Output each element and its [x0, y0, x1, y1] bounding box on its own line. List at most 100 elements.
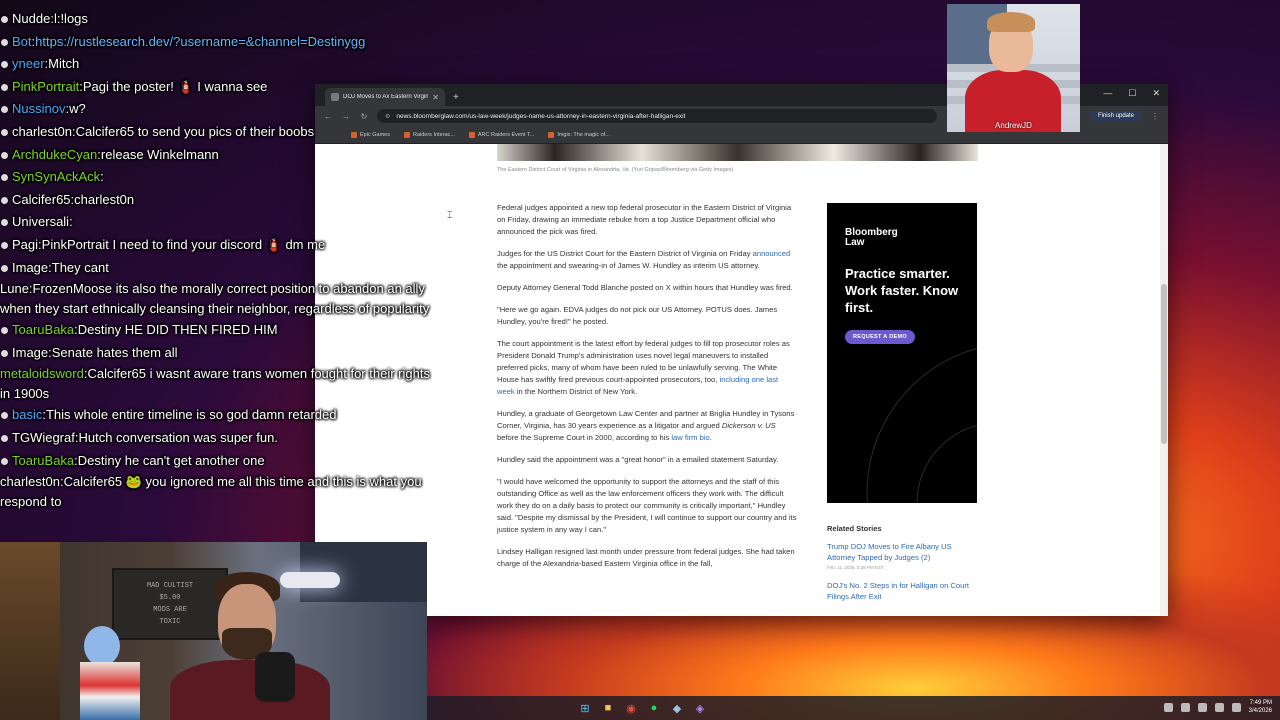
- clock[interactable]: 7:49 PM 3/4/2026: [1249, 699, 1272, 715]
- address-bar[interactable]: ⚙ news.bloomberglaw.com/us-law-week/judg…: [377, 109, 937, 123]
- spotify-icon[interactable]: ●: [645, 699, 663, 717]
- chat-text: Mitch: [48, 56, 80, 72]
- system-tray: 7:49 PM 3/4/2026: [1163, 699, 1272, 715]
- web-page[interactable]: The Eastern District Court of Virginia i…: [315, 144, 1160, 616]
- ad-decoration: [866, 348, 977, 503]
- tray-icon[interactable]: [1163, 702, 1173, 712]
- chat-username: basic: [12, 407, 43, 423]
- chat-username: Pagi: [12, 236, 39, 252]
- chat-badge-icon: [1, 327, 8, 335]
- chat-text: Destiny HE DID THEN FIRED HIM: [77, 322, 278, 338]
- related-item-title[interactable]: Trump DOJ Moves to Fire Albany US Attorn…: [827, 541, 977, 563]
- paragraph: Federal judges appointed a new top feder…: [497, 203, 792, 236]
- chat-message: Lune:FrozenMoose its also the morally co…: [0, 281, 430, 317]
- related-heading: Related Stories: [827, 524, 882, 533]
- ad-brand: Bloomberg Law: [845, 227, 898, 248]
- chat-message: Universali:: [0, 211, 440, 234]
- chat-text: Calcifer65 to send you pics of their boo…: [75, 123, 315, 139]
- tray-icon[interactable]: [1197, 702, 1207, 712]
- close-window-icon[interactable]: ✕: [1152, 88, 1160, 99]
- chat-text: PinkPortrait I need to find your discord…: [41, 236, 326, 252]
- chat-username: Nudde: [12, 11, 51, 26]
- obs-icon[interactable]: ◈: [691, 699, 709, 717]
- chat-text: Destiny he can't get another one: [77, 452, 265, 468]
- related-item[interactable]: Trump DOJ Moves to Fire Albany US Attorn…: [827, 541, 977, 570]
- webcam-name: AndrewJD: [995, 121, 1032, 130]
- article-hero-image: [497, 144, 978, 161]
- chat-message: SynSynAckAck:: [0, 166, 440, 189]
- chat-message: yneer:Mitch: [0, 53, 440, 76]
- finish-update-button[interactable]: Finish update: [1089, 111, 1142, 121]
- related-stories: Related Stories Trump DOJ Moves to Fire …: [827, 524, 977, 612]
- browser-window: DOJ Moves to Ax Eastern Virginia ✕ + — ☐…: [315, 84, 1168, 616]
- scrollbar-thumb[interactable]: [1161, 284, 1167, 444]
- bookmark-item[interactable]: ARC Raiders Event T...: [468, 131, 535, 138]
- paragraph: Hundley, a graduate of Georgetown Law Ce…: [497, 409, 795, 442]
- request-demo-button[interactable]: REQUEST A DEMO: [845, 330, 915, 344]
- network-icon[interactable]: [1214, 702, 1224, 712]
- ad-headline: Practice smarter. Work faster. Know firs…: [845, 266, 959, 315]
- chat-badge-icon: [1, 434, 8, 442]
- chrome-icon[interactable]: ◉: [622, 699, 640, 717]
- chat-badge-icon: [1, 219, 8, 227]
- chat-text: release Winkelmann: [100, 146, 219, 162]
- bookmark-icon: [468, 131, 475, 138]
- webcam-streamer: MAD CULTIST $5.00 MODS ARE TOXIC: [0, 542, 427, 720]
- bookmark-label: ARC Raiders Event T...: [477, 131, 535, 138]
- menu-icon[interactable]: ⋮: [1150, 112, 1160, 121]
- chat-username: metaloidsword: [0, 366, 84, 382]
- chat-overlay: Nudde:l:!logs Bot:https://rustlesearch.de…: [0, 8, 440, 512]
- microphone: [255, 652, 295, 702]
- chat-text: They cant: [51, 259, 109, 275]
- volume-icon[interactable]: [1231, 702, 1241, 712]
- chat-message: PinkPortrait:Pagi the poster! 🧯 I wanna …: [0, 76, 440, 99]
- chat-badge-icon: [1, 38, 8, 46]
- new-tab-icon[interactable]: +: [453, 92, 459, 103]
- paragraph: The court appointment is the latest effo…: [497, 339, 790, 396]
- chat-message: basic:This whole entire timeline is so g…: [0, 404, 440, 427]
- letter-board: MAD CULTIST $5.00 MODS ARE TOXIC: [112, 568, 228, 640]
- related-item-date: Feb. 11, 2026, 5:36 PM EST: [827, 565, 884, 570]
- start-icon[interactable]: ⊞: [576, 699, 594, 717]
- related-item[interactable]: DOJ's No. 2 Steps in for Halligan on Cou…: [827, 580, 977, 602]
- chat-badge-icon: [1, 61, 8, 69]
- file-explorer-icon[interactable]: ■: [599, 699, 617, 717]
- chat-username: Calcifer65: [12, 191, 71, 207]
- chat-username: Lune: [0, 281, 29, 297]
- chat-badge-icon: [1, 174, 8, 182]
- bloomberg-law-ad[interactable]: Bloomberg Law Practice smarter. Work fas…: [827, 203, 977, 503]
- paragraph: "Here we go again. EDVA judges do not pi…: [497, 305, 778, 326]
- letter-board-text: MAD CULTIST $5.00 MODS ARE TOXIC: [146, 582, 194, 626]
- chat-message: Nudde:l:!logs: [0, 8, 440, 31]
- maximize-icon[interactable]: ☐: [1128, 88, 1136, 99]
- bookmark-item[interactable]: Imgix: The magic of...: [548, 131, 610, 138]
- chat-message: Image:They cant: [0, 257, 440, 280]
- chat-text: This whole entire timeline is so god dam…: [45, 407, 337, 423]
- chat-message: TGWiegraf:Hutch conversation was super f…: [0, 427, 440, 450]
- chat-username: ToaruBaka: [12, 322, 75, 338]
- chat-message: ToaruBaka:Destiny he can't get another o…: [0, 450, 440, 473]
- taskbar-apps: ⊞ ■ ◉ ● ◆ ◈: [576, 699, 709, 717]
- tray-icon[interactable]: [1180, 702, 1190, 712]
- chat-link[interactable]: https://rustlesearch.dev/?username=&chan…: [35, 34, 365, 49]
- paragraph: Judges for the US District Court for the…: [497, 249, 791, 270]
- chat-message: Calcifer65:charlest0n: [0, 189, 440, 212]
- page-scrollbar[interactable]: [1160, 144, 1168, 616]
- chat-username: ToaruBaka: [12, 452, 75, 468]
- law-firm-bio-link[interactable]: law firm bio: [671, 433, 709, 442]
- chat-badge-icon: [1, 151, 8, 159]
- steam-icon[interactable]: ◆: [668, 699, 686, 717]
- chat-username: yneer: [12, 56, 45, 72]
- chat-username: charlest0n: [0, 474, 60, 490]
- chat-badge-icon: [1, 241, 8, 249]
- minimize-icon[interactable]: —: [1103, 88, 1112, 99]
- chat-username: Universali: [12, 214, 70, 230]
- mouse-cursor-icon: ⌶: [447, 210, 453, 220]
- chat-message: charlest0n:Calcifer65 🐸 you ignored me a…: [0, 474, 422, 510]
- related-item-title[interactable]: DOJ's No. 2 Steps in for Halligan on Cou…: [827, 580, 977, 602]
- chat-text: Pagi the poster! 🧯 I wanna see: [82, 78, 268, 94]
- chat-text: FrozenMoose its also the morally correct…: [0, 281, 430, 317]
- chat-username: TGWiegraf: [12, 429, 75, 445]
- announced-link[interactable]: announced: [753, 249, 791, 258]
- paragraph: Lindsey Halligan resigned last month und…: [497, 547, 795, 568]
